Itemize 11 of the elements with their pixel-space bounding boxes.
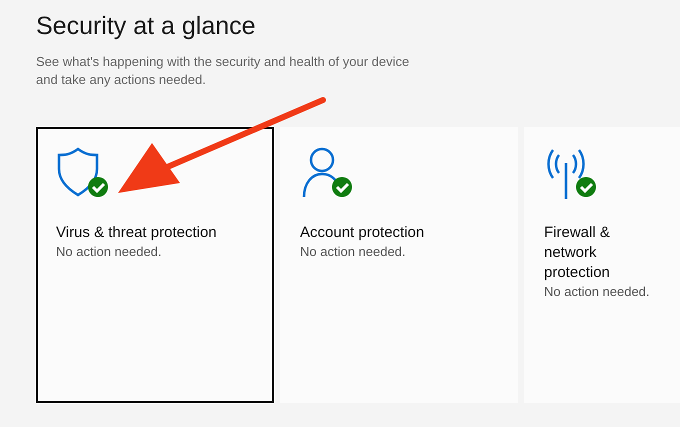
security-tile[interactable]: Virus & threat protection No action needed. (36, 127, 274, 403)
tile-title: Firewall & network protection (544, 223, 611, 283)
tile-status: No action needed. (300, 243, 407, 261)
tile-title: Virus & threat protection (56, 223, 218, 243)
tile-status: No action needed. (56, 243, 163, 261)
security-tile[interactable]: Account protection No action needed. (280, 127, 518, 403)
security-tile[interactable]: Firewall & network protection No action needed. (524, 127, 680, 403)
page-title: Security at a glance (36, 12, 257, 41)
page-description: See what's happening with the security and health of your device and take any actions needed. (36, 53, 410, 89)
tile-status: No action needed. (544, 283, 651, 301)
tile-title: Account protection (300, 223, 426, 243)
